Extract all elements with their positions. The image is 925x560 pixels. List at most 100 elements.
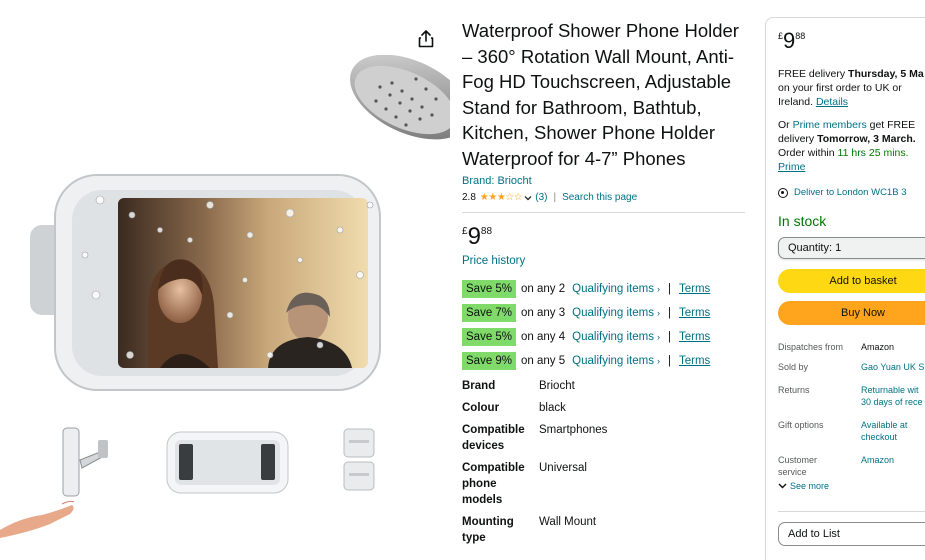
- spec-value: Universal: [539, 461, 587, 474]
- spec-value: Wall Mount: [539, 515, 597, 528]
- returns-link[interactable]: Returnable wit 30 days of rece: [861, 385, 925, 408]
- info-key: Sold by: [778, 361, 809, 372]
- thumbnail-more-images[interactable]: [343, 428, 375, 491]
- stock-status: In stock: [778, 213, 827, 229]
- shower-head-image: [350, 55, 450, 140]
- spec-key: Compatible devices: [462, 423, 525, 452]
- details-link[interactable]: Details: [816, 96, 848, 108]
- delivery-line-3: Ireland.: [778, 96, 816, 108]
- prime-suffix: get FREE: [866, 119, 916, 131]
- gift-options-link[interactable]: Available at checkout: [861, 420, 925, 443]
- prime-date: Tomorrow, 3 March.: [817, 133, 916, 145]
- chevron-down-icon: [778, 483, 787, 489]
- separator: |: [667, 330, 671, 343]
- rating-value: 2.8: [462, 192, 476, 204]
- delivery-date: Thursday, 5 Ma: [848, 68, 924, 80]
- separator: |: [667, 306, 671, 319]
- save-badge: Save 7%: [462, 303, 517, 322]
- info-key: Returns: [778, 385, 810, 395]
- terms-link[interactable]: Terms: [679, 307, 710, 319]
- spec-key: Compatible phone models: [462, 461, 525, 506]
- promotion-row: Save 5% on any 4 Qualifying items › | Te…: [462, 327, 745, 347]
- info-row: Returns Returnable wit 30 days of rece: [778, 385, 925, 408]
- thumbnail-front-view[interactable]: [165, 430, 290, 495]
- order-within-prefix: Order within: [778, 147, 838, 159]
- prime-prefix: Or: [778, 119, 793, 131]
- rating-stars[interactable]: ★★★☆☆: [480, 192, 523, 203]
- spec-row: Compatible devices Smartphones: [462, 422, 745, 454]
- price-fraction: 88: [480, 225, 493, 237]
- info-key: Customer service: [778, 455, 818, 477]
- delivery-info: FREE delivery Thursday, 5 Ma on your fir…: [778, 67, 925, 109]
- buybox-price: £ 9 88: [778, 30, 925, 52]
- terms-link[interactable]: Terms: [679, 355, 710, 367]
- spec-row: Colour black: [462, 400, 745, 416]
- separator: |: [667, 354, 671, 367]
- image-gallery: [0, 0, 450, 560]
- product-specs: Brand Briocht Colour black Compatible de…: [462, 378, 745, 546]
- chevron-right-icon: ›: [656, 331, 660, 342]
- seller-info: Dispatches from Amazon Sold by Gao Yuan …: [778, 342, 925, 491]
- share-icon[interactable]: [415, 28, 437, 50]
- info-key: Gift options: [778, 420, 824, 430]
- search-page-link[interactable]: Search this page: [562, 192, 637, 203]
- spec-value: Briocht: [539, 379, 575, 392]
- info-row: Customer service Amazon: [778, 455, 925, 478]
- terms-link[interactable]: Terms: [679, 331, 710, 343]
- add-to-list-button[interactable]: Add to List: [778, 522, 925, 546]
- qualifying-items-link[interactable]: Qualifying items: [572, 331, 654, 343]
- main-product-image[interactable]: [0, 55, 450, 410]
- customer-service-link[interactable]: Amazon: [861, 455, 925, 478]
- deliver-to-link[interactable]: Deliver to London WC1B 3: [778, 187, 925, 198]
- promotion-condition: on any 5: [521, 354, 566, 367]
- spec-value: Smartphones: [539, 423, 608, 436]
- save-badge: Save 5%: [462, 327, 517, 346]
- see-more-label: See more: [790, 481, 830, 491]
- prime-link[interactable]: Prime: [778, 161, 805, 173]
- qualifying-items-link[interactable]: Qualifying items: [572, 355, 654, 367]
- divider: [778, 511, 925, 512]
- delivery-line-2: on your first order to UK or: [778, 82, 902, 94]
- prime-delivery-info: Or Prime members get FREE delivery Tomor…: [778, 118, 925, 174]
- deliver-to-text: Deliver to London WC1B 3: [794, 187, 907, 198]
- phone-screen-image: [118, 198, 368, 368]
- promotion-condition: on any 3: [521, 306, 566, 319]
- product-details: Waterproof Shower Phone Holder – 360° Ro…: [462, 18, 745, 552]
- price-history-link[interactable]: Price history: [462, 255, 745, 267]
- spec-row: Brand Briocht: [462, 378, 745, 394]
- chevron-down-icon[interactable]: [524, 194, 532, 202]
- quantity-select[interactable]: Quantity: 1: [778, 237, 925, 259]
- info-value: Amazon: [861, 342, 895, 352]
- promotion-condition: on any 4: [521, 330, 566, 343]
- promotion-row: Save 5% on any 2 Qualifying items › | Te…: [462, 279, 745, 299]
- spec-row: Mounting type Wall Mount: [462, 514, 745, 546]
- price: £ 9 88: [462, 222, 745, 250]
- buybox-price-whole: 9: [783, 28, 796, 53]
- see-more-link[interactable]: See more: [778, 481, 925, 491]
- brand-link[interactable]: Brand: Briocht: [462, 174, 745, 188]
- order-within-time: 11 hrs 25 mins.: [837, 147, 909, 159]
- chevron-right-icon: ›: [656, 283, 660, 294]
- qualifying-items-link[interactable]: Qualifying items: [572, 307, 654, 319]
- price-whole: 9: [467, 222, 481, 250]
- info-row: Dispatches from Amazon: [778, 342, 925, 354]
- spec-key: Colour: [462, 401, 500, 414]
- prime-members-link[interactable]: Prime members: [793, 119, 867, 131]
- save-badge: Save 5%: [462, 279, 517, 298]
- buy-now-button[interactable]: Buy Now: [778, 301, 925, 325]
- delivery-prefix: FREE delivery: [778, 68, 849, 80]
- buy-box: £ 9 88 FREE delivery Thursday, 5 Ma on y…: [765, 17, 925, 560]
- product-title: Waterproof Shower Phone Holder – 360° Ro…: [462, 20, 739, 169]
- terms-link[interactable]: Terms: [679, 283, 710, 295]
- thumbnail-hand-mount[interactable]: [0, 420, 115, 540]
- qualifying-items-link[interactable]: Qualifying items: [572, 283, 654, 295]
- promotion-row: Save 7% on any 3 Qualifying items › | Te…: [462, 303, 745, 323]
- spec-key: Mounting type: [462, 515, 514, 544]
- seller-link[interactable]: Gao Yuan UK S: [861, 362, 925, 374]
- review-count-link[interactable]: (3): [535, 192, 547, 203]
- info-row: Sold by Gao Yuan UK S: [778, 362, 925, 374]
- rating-row: 2.8 ★★★☆☆ (3) | Search this page: [462, 191, 745, 205]
- add-to-basket-button[interactable]: Add to basket: [778, 269, 925, 293]
- divider: [462, 211, 745, 213]
- separator: |: [553, 192, 557, 204]
